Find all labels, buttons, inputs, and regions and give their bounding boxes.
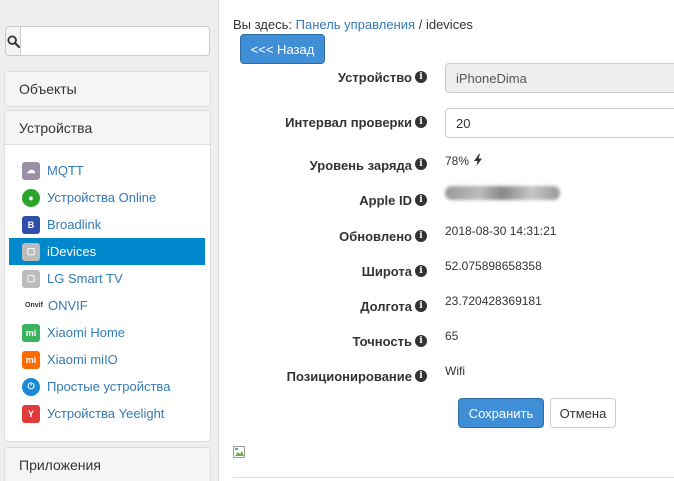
- sidebar-item-label: ONVIF: [48, 298, 88, 313]
- battery-percent: 78%: [445, 154, 470, 168]
- online-icon: ●: [22, 188, 40, 207]
- breadcrumb-link-dashboard[interactable]: Панель управления: [296, 17, 415, 32]
- info-icon[interactable]: i: [415, 194, 427, 206]
- power-icon: ⏻: [22, 377, 40, 396]
- search-icon: [6, 34, 20, 48]
- info-icon[interactable]: i: [415, 71, 427, 83]
- idevices-icon: ▢: [22, 242, 40, 261]
- sidebar-item-label: Устройства Online: [47, 190, 157, 205]
- objects-heading[interactable]: Объекты: [5, 72, 210, 106]
- updated-value: 2018-08-30 14:31:21: [445, 224, 557, 238]
- devices-heading[interactable]: Устройства: [5, 111, 210, 145]
- broadlink-icon: B: [22, 215, 40, 234]
- appleid-label: Apple ID: [359, 193, 412, 208]
- sidebar-item-label: Устройства Yeelight: [47, 406, 165, 421]
- sidebar-item-label: iDevices: [47, 244, 97, 259]
- sidebar-item-device[interactable]: ⏻ Простые устройства: [9, 373, 205, 400]
- device-label: Устройство: [337, 70, 412, 85]
- lightning-icon: [474, 154, 483, 166]
- device-field[interactable]: iPhoneDima: [445, 63, 674, 93]
- apps-panel[interactable]: Приложения: [4, 447, 211, 481]
- sidebar-item-device[interactable]: mi Xiaomi miIO: [9, 346, 205, 373]
- xiaomi-miio-icon: mi: [22, 350, 40, 369]
- sidebar: Объекты Устройства ☁ MQTT ● Устройства Onli…: [0, 0, 219, 481]
- main-content: Вы здесь: Панель управления / idevices <…: [219, 0, 674, 481]
- info-icon[interactable]: i: [415, 116, 427, 128]
- save-button[interactable]: Сохранить: [458, 398, 544, 428]
- objects-panel[interactable]: Объекты: [4, 71, 211, 107]
- appleid-redacted: [445, 186, 560, 200]
- info-icon[interactable]: i: [415, 158, 427, 170]
- sidebar-item-label: Xiaomi miIO: [47, 352, 118, 367]
- longitude-label: Долгота: [360, 299, 412, 314]
- search-input[interactable]: [21, 26, 210, 56]
- sidebar-item-label: Xiaomi Home: [47, 325, 126, 340]
- sidebar-item-device[interactable]: ▢ LG Smart TV: [9, 265, 205, 292]
- info-icon[interactable]: i: [415, 300, 427, 312]
- xiaomi-home-icon: mi: [22, 323, 40, 342]
- sidebar-item-device[interactable]: ● Устройства Online: [9, 184, 205, 211]
- latitude-label: Широта: [361, 264, 412, 279]
- breadcrumb-prefix: Вы здесь:: [233, 17, 293, 32]
- positioning-value: Wifi: [445, 364, 465, 378]
- accuracy-label: Точность: [352, 334, 413, 349]
- search-group: [5, 26, 210, 56]
- interval-input[interactable]: 20: [445, 108, 674, 138]
- device-list: ☁ MQTT ● Устройства Online B Broadlink ▢ iDevic…: [9, 157, 205, 427]
- sidebar-item-device[interactable]: ▢ iDevices: [9, 238, 205, 265]
- divider: [233, 477, 674, 478]
- accuracy-value: 65: [445, 329, 459, 343]
- sidebar-item-label: LG Smart TV: [47, 271, 123, 286]
- longitude-value: 23.720428369181: [445, 294, 542, 308]
- sidebar-item-label: Простые устройства: [47, 379, 171, 394]
- latitude-value: 52.075898658358: [445, 259, 542, 273]
- sidebar-item-device[interactable]: ☁ MQTT: [9, 157, 205, 184]
- info-icon[interactable]: i: [415, 265, 427, 277]
- battery-label: Уровень заряда: [309, 158, 412, 173]
- sidebar-item-label: MQTT: [47, 163, 84, 178]
- positioning-label: Позиционирование: [286, 369, 412, 384]
- breadcrumb: Вы здесь: Панель управления / idevices: [233, 17, 473, 32]
- apps-heading[interactable]: Приложения: [5, 448, 210, 481]
- sidebar-item-device[interactable]: mi Xiaomi Home: [9, 319, 205, 346]
- cancel-button[interactable]: Отмена: [550, 398, 616, 428]
- sidebar-item-device[interactable]: Y Устройства Yeelight: [9, 400, 205, 427]
- info-icon[interactable]: i: [415, 370, 427, 382]
- broken-image-icon: [233, 446, 245, 458]
- onvif-icon: Onvif: [25, 302, 43, 309]
- updated-label: Обновлено: [339, 229, 412, 244]
- info-icon[interactable]: i: [415, 230, 427, 242]
- breadcrumb-separator: /: [418, 17, 423, 32]
- sidebar-item-label: Broadlink: [47, 217, 102, 232]
- lg-tv-icon: ▢: [22, 269, 40, 288]
- breadcrumb-current: idevices: [425, 17, 473, 32]
- search-button[interactable]: [5, 26, 21, 56]
- sidebar-item-device[interactable]: B Broadlink: [9, 211, 205, 238]
- mqtt-icon: ☁: [22, 161, 40, 180]
- yeelight-icon: Y: [22, 404, 40, 423]
- info-icon[interactable]: i: [415, 335, 427, 347]
- back-button[interactable]: <<< Назад: [240, 34, 325, 64]
- interval-label: Интервал проверки: [285, 115, 412, 130]
- battery-value: 78%: [445, 154, 483, 168]
- sidebar-item-device[interactable]: Onvif ONVIF: [9, 292, 205, 319]
